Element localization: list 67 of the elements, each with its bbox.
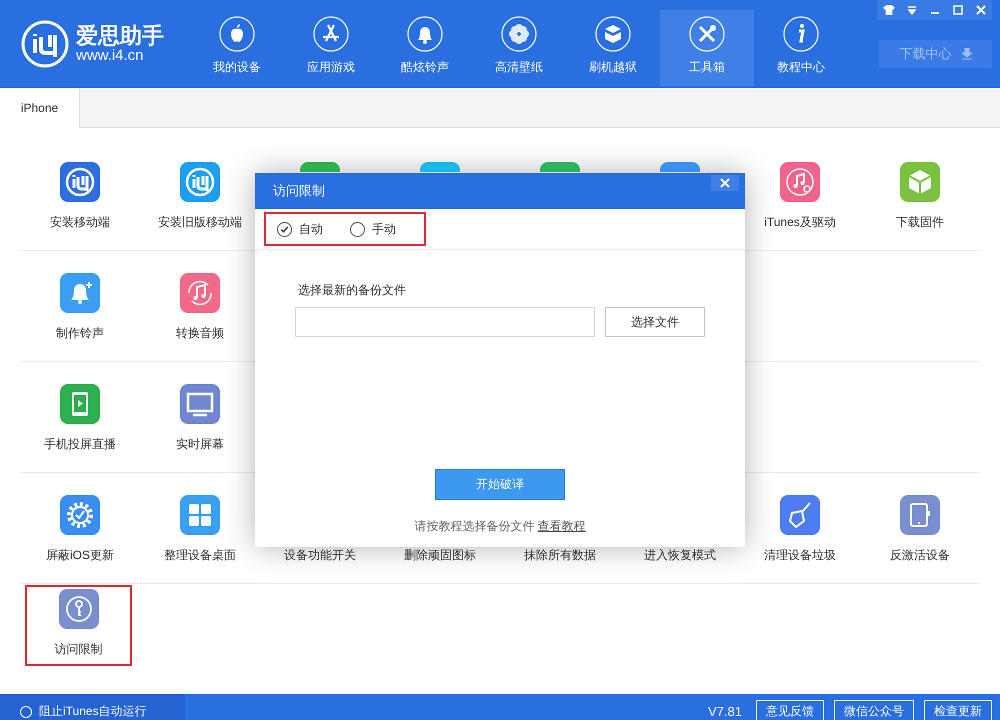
key-icon[interactable] — [58, 589, 98, 629]
music-gear-icon[interactable] — [780, 162, 820, 202]
tool-label[interactable]: iTunes及驱动 — [764, 214, 836, 231]
tool-label[interactable]: 屏蔽iOS更新 — [46, 547, 114, 564]
app-name: 爱思助手 — [76, 24, 164, 48]
close-icon — [720, 178, 730, 188]
broom-icon[interactable] — [780, 495, 820, 535]
app-icon[interactable] — [540, 162, 580, 172]
status-button[interactable]: 检查更新 — [924, 700, 992, 720]
tool-label[interactable]: 安装旧版移动端 — [158, 214, 242, 231]
field-label: 选择最新的备份文件 — [298, 282, 406, 299]
tool-label[interactable]: 下载固件 — [896, 214, 944, 231]
flower-icon — [501, 16, 537, 52]
app-icon[interactable] — [300, 162, 340, 172]
tool-label[interactable]: 删除顽固图标 — [404, 547, 476, 564]
tool-label[interactable]: 进入恢复模式 — [644, 547, 716, 564]
download-icon — [962, 48, 972, 60]
tool-label[interactable]: 设备功能开关 — [284, 547, 356, 564]
box-icon — [595, 16, 631, 52]
status-button[interactable]: 意见反馈 — [756, 700, 824, 720]
app-url: www.i4.cn — [76, 48, 145, 64]
monitor-icon[interactable] — [180, 384, 220, 424]
version-text: V7.81 — [708, 704, 742, 719]
file-path-field[interactable] — [295, 307, 595, 337]
radio-option[interactable]: 自动 — [277, 220, 350, 238]
tablet-play-icon[interactable] — [60, 384, 100, 424]
music-note-icon[interactable] — [180, 273, 220, 313]
bell-icon[interactable] — [60, 273, 100, 313]
dialog-title: 访问限制 — [272, 182, 325, 200]
tutorial-link[interactable]: 查看教程 — [538, 519, 586, 533]
close-button[interactable] — [711, 175, 739, 191]
tool-label[interactable]: 制作铃声 — [56, 325, 104, 342]
app-icon[interactable] — [660, 162, 700, 172]
cube-icon[interactable] — [900, 162, 940, 202]
tool-label[interactable]: 抹除所有数据 — [524, 547, 596, 564]
tool-label[interactable]: 实时屏幕 — [176, 436, 224, 453]
tools-icon — [689, 16, 725, 52]
hint-text: 请按教程选择备份文件 查看教程 — [414, 518, 586, 535]
tool-label[interactable]: 访问限制 — [54, 641, 102, 658]
choose-file-button[interactable]: 选择文件 — [605, 307, 705, 337]
logo-icon — [20, 19, 70, 69]
tool-label[interactable]: 手机投屏直播 — [44, 436, 116, 453]
logo-icon[interactable] — [180, 162, 220, 202]
nav-tab[interactable]: 工具箱 — [660, 10, 754, 86]
radio-option[interactable]: 手动 — [350, 220, 423, 238]
nav-tab[interactable]: 应用游戏 — [284, 10, 378, 86]
logo-icon[interactable] — [60, 162, 100, 202]
nav-tab[interactable]: 酷炫铃声 — [378, 10, 472, 86]
tool-label[interactable]: 整理设备桌面 — [164, 547, 236, 564]
tablet-icon[interactable] — [900, 495, 940, 535]
bell-icon — [407, 16, 443, 52]
status-button[interactable]: 微信公众号 — [834, 700, 914, 720]
grid-icon[interactable] — [180, 495, 220, 535]
nav-tab[interactable]: 教程中心 — [754, 10, 848, 86]
tool-label[interactable]: 反激活设备 — [890, 547, 950, 564]
nav-tab[interactable]: 刷机越狱 — [566, 10, 660, 86]
nav-tab[interactable]: 高清壁纸 — [472, 10, 566, 86]
gear-check-icon[interactable] — [60, 495, 100, 535]
nav-tab[interactable]: 我的设备 — [190, 10, 284, 86]
app-icon[interactable] — [420, 162, 460, 172]
tool-label[interactable]: 转换音频 — [176, 325, 224, 342]
device-tab[interactable]: iPhone — [0, 88, 80, 128]
tool-label[interactable]: 安装移动端 — [50, 214, 110, 231]
info-icon — [783, 16, 819, 52]
tool-label[interactable]: 清理设备垃圾 — [764, 547, 836, 564]
apple-icon — [219, 16, 255, 52]
app-store-icon — [313, 16, 349, 52]
